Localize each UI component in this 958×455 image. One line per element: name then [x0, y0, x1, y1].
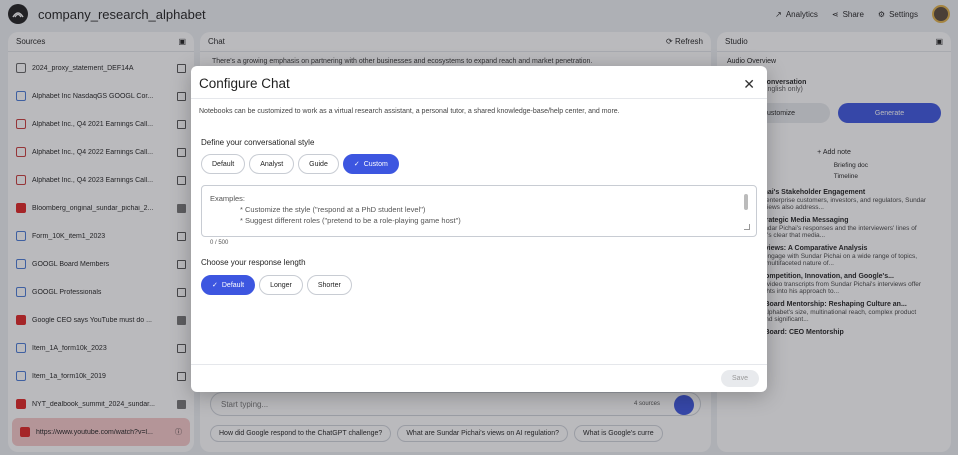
style-option-custom[interactable]: ✓ Custom: [342, 154, 399, 174]
close-icon[interactable]: ✕: [743, 76, 755, 93]
style-option-label: Analyst: [260, 160, 284, 168]
divider: [191, 98, 767, 99]
char-count: 0 / 500: [210, 240, 229, 246]
style-option-default[interactable]: Default: [201, 154, 246, 174]
divider: [191, 364, 767, 365]
custom-style-textarea[interactable]: Examples: * Customize the style ("respon…: [201, 185, 757, 237]
example-line: * Customize the style ("respond at a PhD…: [240, 205, 426, 214]
check-icon: ✓: [353, 161, 360, 168]
length-option-label: Longer: [270, 281, 292, 289]
style-option-analyst[interactable]: Analyst: [249, 154, 295, 174]
scrollbar[interactable]: [744, 194, 748, 210]
check-icon: ✓: [212, 282, 218, 289]
length-option-default[interactable]: ✓ Default: [201, 275, 256, 295]
example-line: * Suggest different roles ("pretend to b…: [240, 216, 461, 225]
style-option-label: Guide: [309, 160, 328, 168]
resize-handle-icon[interactable]: [744, 224, 750, 230]
length-option-shorter[interactable]: Shorter: [306, 275, 352, 295]
length-option-label: Default: [221, 281, 245, 289]
length-option-label: Shorter: [317, 281, 341, 289]
style-option-label: Custom: [363, 160, 388, 168]
style-section-label: Define your conversational style: [201, 138, 315, 147]
length-option-longer[interactable]: Longer: [259, 275, 303, 295]
save-button[interactable]: Save: [721, 370, 759, 387]
dialog-title: Configure Chat: [199, 76, 290, 91]
style-options: Default Analyst Guide ✓ Custom: [201, 154, 399, 174]
dialog-description: Notebooks can be customized to work as a…: [199, 108, 620, 115]
length-options: ✓ Default Longer Shorter: [201, 275, 352, 295]
style-option-guide[interactable]: Guide: [298, 154, 339, 174]
configure-chat-dialog: Configure Chat ✕ Notebooks can be custom…: [191, 66, 767, 392]
length-section-label: Choose your response length: [201, 258, 306, 267]
examples-heading: Examples:: [210, 194, 246, 203]
style-option-label: Default: [212, 160, 235, 168]
